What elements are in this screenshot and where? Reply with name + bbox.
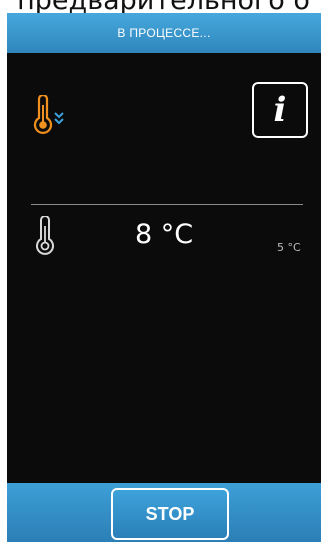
info-button[interactable]: i bbox=[252, 82, 308, 138]
device-screen: В ПРОЦЕССЕ... i 8 °C 5 °C STOP bbox=[7, 13, 321, 542]
stop-button[interactable]: STOP bbox=[111, 488, 229, 540]
thermometer-icon bbox=[36, 216, 54, 255]
current-temperature: 8 °C bbox=[135, 219, 194, 250]
divider bbox=[31, 204, 303, 205]
status-header: В ПРОЦЕССЕ... bbox=[7, 13, 321, 53]
setpoint-temperature: 5 °C bbox=[277, 241, 301, 254]
footer-bar: STOP bbox=[7, 483, 321, 542]
thermometer-cooling-icon bbox=[33, 95, 64, 135]
status-title: В ПРОЦЕССЕ... bbox=[117, 26, 211, 40]
